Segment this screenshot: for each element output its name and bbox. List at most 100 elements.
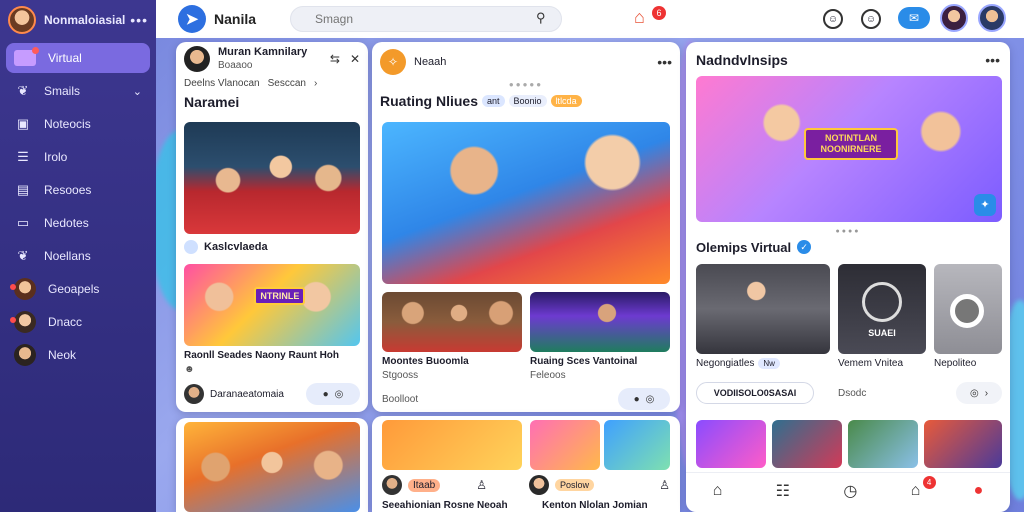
sidebar-header: Nonmaloiasial •••	[0, 0, 156, 40]
tile-badge: Nw	[758, 358, 780, 369]
home-icon[interactable]: ⌂	[713, 482, 723, 500]
sidebar-item-irolo[interactable]: ☰ Irolo	[6, 142, 150, 172]
avatar[interactable]	[382, 475, 402, 495]
chat-icon[interactable]: ☺	[861, 9, 881, 29]
post-tag[interactable]: ltlcda	[550, 95, 582, 107]
tile-label[interactable]: Nepoliteo	[934, 358, 976, 369]
bottom-tag[interactable]: Poslow	[555, 479, 595, 491]
video-title[interactable]: Seeahionian Rosne Neoah	[382, 500, 508, 511]
action-button[interactable]: VODIISOLO0SASAI	[696, 382, 814, 404]
profile-avatar[interactable]	[978, 4, 1006, 32]
video-thumbnail[interactable]	[382, 420, 522, 470]
bottom-pill[interactable]: Itaab	[408, 478, 441, 492]
camera-icon: ◎	[334, 388, 344, 400]
tag-icon	[184, 240, 198, 254]
reaction-icon: ●	[633, 393, 640, 405]
camera-lens-icon	[950, 294, 984, 328]
post-tag[interactable]: ant	[482, 95, 505, 107]
react-button[interactable]: ● ◎	[618, 388, 670, 410]
avatar[interactable]	[184, 384, 204, 404]
post-image[interactable]	[184, 422, 360, 512]
sidebar-item-label: Noellans	[44, 249, 91, 263]
tile-image[interactable]	[934, 264, 1002, 354]
more-icon[interactable]: •••	[657, 54, 672, 70]
post-tag[interactable]: Boonio	[508, 95, 547, 107]
video-thumbnail[interactable]	[848, 420, 918, 468]
app-name: Nanila	[214, 11, 257, 27]
sidebar-item-noteocis[interactable]: ▣ Noteocis	[6, 109, 150, 139]
next-button[interactable]: ◎ ›	[956, 382, 1002, 404]
close-icon[interactable]: ✕	[350, 52, 360, 66]
home-icon[interactable]: ⌂	[634, 7, 645, 28]
sidebar-item-label: Noteocis	[44, 117, 91, 131]
author-avatar[interactable]	[184, 46, 210, 72]
post-headline: Ruating Nliues	[380, 93, 479, 109]
avatar[interactable]	[529, 475, 550, 495]
friend-avatar[interactable]	[940, 4, 968, 32]
chevron-down-icon[interactable]: ⌄	[133, 85, 142, 98]
user-icon[interactable]: ♙	[659, 478, 670, 492]
sidebar-item-label: Nedotes	[44, 216, 89, 230]
emoji-icon[interactable]: ☺	[823, 9, 843, 29]
post-image[interactable]	[184, 122, 360, 234]
footer-username[interactable]: Daranaeatomaia	[210, 389, 306, 400]
sidebar-item-label: Geoapels	[48, 282, 100, 296]
video-thumbnail[interactable]	[530, 420, 600, 470]
bag-icon: ▣	[16, 116, 30, 131]
tile-image[interactable]: SUAEI	[838, 264, 926, 354]
camera-icon: ◎	[645, 393, 655, 405]
video-thumbnail[interactable]	[924, 420, 1002, 468]
sidebar-item-resooes[interactable]: ▤ Resooes	[6, 175, 150, 205]
sidebar-item-label: Irolo	[44, 150, 68, 164]
author-name[interactable]: Muran Kamnilary	[218, 46, 330, 59]
video-thumbnail[interactable]	[772, 420, 842, 468]
brand-logo-icon[interactable]: ✧	[380, 49, 406, 75]
video-thumbnail[interactable]	[696, 420, 766, 468]
tile-label[interactable]: Negongiatles	[696, 358, 754, 369]
search-icon[interactable]: ⚲	[536, 10, 546, 26]
video-thumbnail[interactable]	[604, 420, 670, 470]
profile-icon[interactable]: ●	[974, 482, 984, 500]
feed-card-left: Muran Kamnilary Boaaoo ⇆ ✕ Deelns Vlanoc…	[176, 42, 368, 412]
video-title[interactable]: Moontes Buoomla	[382, 356, 522, 367]
video-thumbnail[interactable]	[382, 292, 522, 352]
user-avatar[interactable]	[8, 6, 36, 34]
messages-button[interactable]: ✉	[898, 7, 930, 29]
more-icon[interactable]: •••	[985, 52, 1000, 68]
sidebar-item-nedotes[interactable]: ▭ Nedotes	[6, 208, 150, 238]
video-title[interactable]: Ruaing Sces Vantoinal	[530, 356, 670, 367]
sidebar-item-virtual[interactable]: Virtual	[6, 43, 150, 73]
chevron-right-icon[interactable]: ›	[314, 78, 317, 89]
sidebar-item-geoapels[interactable]: Geoapels	[6, 274, 150, 304]
app-logo-icon[interactable]: ➤	[178, 5, 206, 33]
tile-image[interactable]	[696, 264, 830, 354]
top-bar: ➤ Nanila ⚲ ⌂ 6 ☺ ☺ ✉	[156, 0, 1024, 38]
post-caption: Raonll Seades Naony Raunt Hoh	[184, 350, 340, 361]
search-input[interactable]	[290, 6, 562, 32]
sidebar-item-noellans[interactable]: ❦ Noellans	[6, 241, 150, 271]
video-title[interactable]: Kenton Nlolan Jomian	[542, 500, 648, 511]
more-icon[interactable]: •••	[130, 12, 148, 28]
post-tag[interactable]: Kaslcvlaeda	[204, 241, 268, 253]
reaction-icon[interactable]: ☻	[184, 364, 195, 375]
sidebar-item-smails[interactable]: ❦ Smails ⌄	[6, 76, 150, 106]
brand-name[interactable]: Neaah	[414, 56, 657, 68]
leaf-icon: ❦	[17, 83, 29, 98]
sidebar-item-dnacc[interactable]: Dnacc	[6, 307, 150, 337]
list-icon[interactable]: ☷	[776, 481, 790, 501]
featured-image[interactable]	[382, 122, 670, 284]
sidebar-item-neok[interactable]: Neok	[6, 340, 150, 370]
user-icon[interactable]: ♙	[476, 478, 487, 492]
tile-overlay: SUAEI	[868, 328, 896, 338]
poster-image[interactable]: NTRINLE	[184, 264, 360, 346]
tile-label[interactable]: Vemem Vnitea	[838, 358, 903, 369]
video-thumbnail[interactable]	[530, 292, 670, 352]
notes-icon: ▭	[16, 215, 30, 230]
banner-image[interactable]: NOTINTLAN NOONIRNERE ✦	[696, 76, 1002, 222]
clock-icon[interactable]: ◷	[843, 481, 857, 501]
expand-icon[interactable]: ✦	[974, 194, 996, 216]
notifications-icon[interactable]: ⌂ 4	[911, 475, 936, 500]
share-icon[interactable]: ⇆	[330, 52, 340, 66]
section-title: Olemips Virtual	[696, 239, 792, 255]
react-button[interactable]: ● ◎	[306, 383, 360, 405]
